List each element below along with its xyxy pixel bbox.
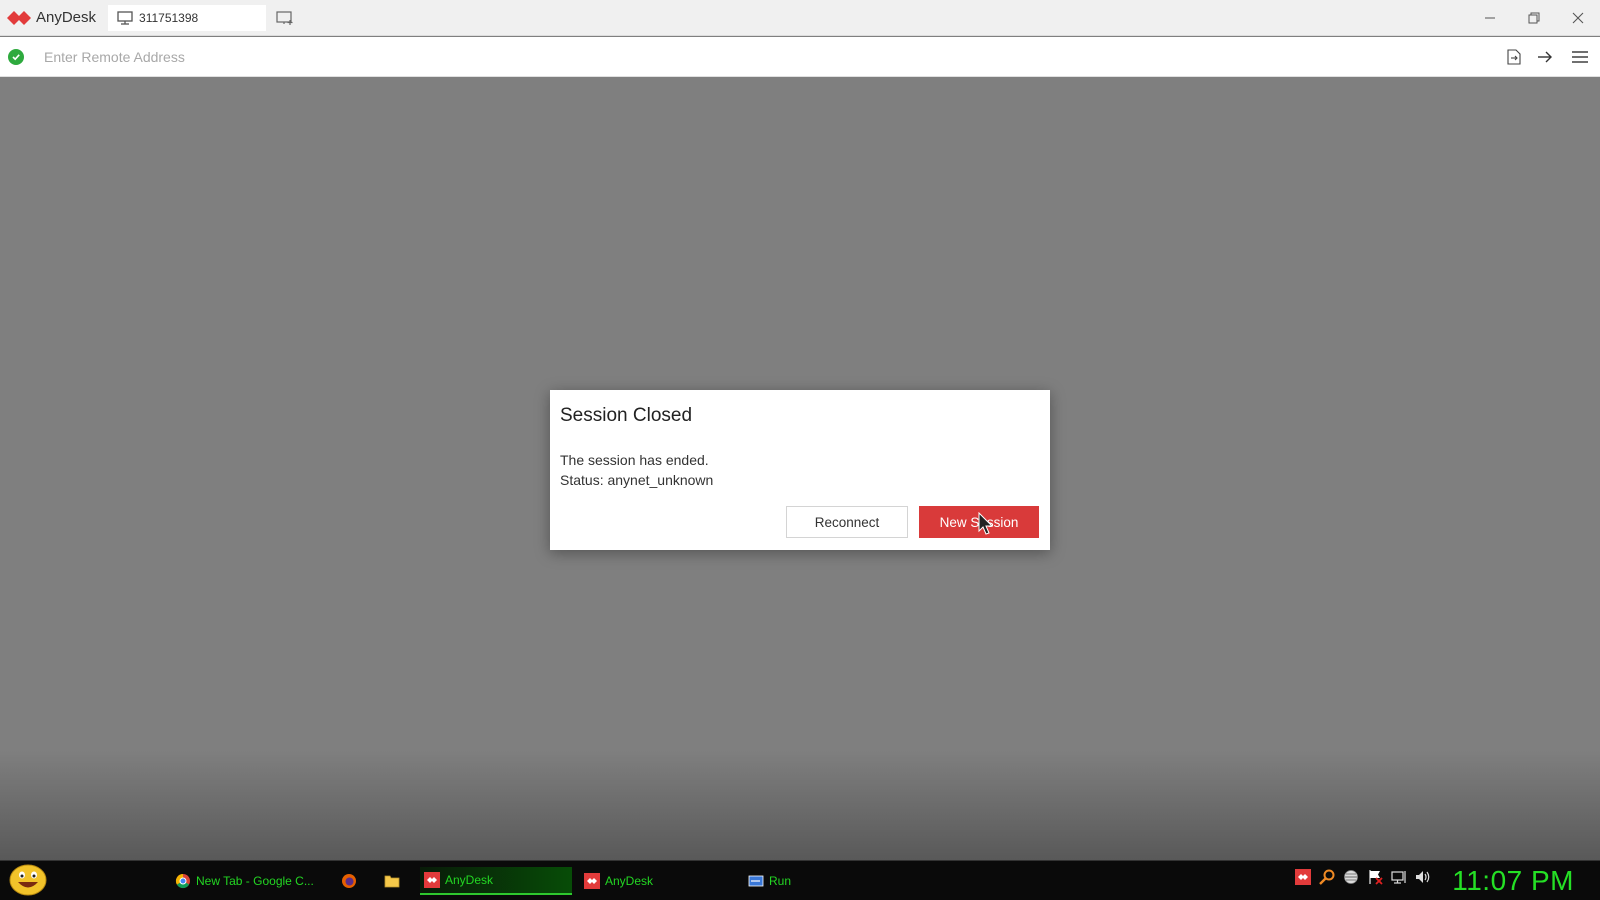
reconnect-button[interactable]: Reconnect	[786, 506, 908, 538]
new-tab-icon	[276, 10, 293, 25]
system-tray	[1295, 869, 1439, 885]
arrow-right-icon	[1537, 51, 1552, 63]
taskbar: New Tab - Google C... AnyDesk AnyDesk Ru…	[0, 860, 1600, 900]
search-tray-icon[interactable]	[1319, 869, 1335, 885]
anydesk-logo-icon	[7, 10, 31, 25]
main-menu-button[interactable]	[1560, 37, 1600, 77]
app-name: AnyDesk	[36, 9, 97, 26]
anydesk-icon	[424, 872, 440, 888]
folder-icon	[384, 875, 400, 888]
minimize-icon	[1485, 17, 1495, 19]
remote-address-input[interactable]	[44, 41, 1424, 72]
mouse-cursor-icon	[978, 512, 994, 535]
window-controls	[1468, 0, 1600, 36]
firefox-icon	[342, 874, 356, 888]
volume-icon[interactable]	[1415, 869, 1431, 885]
taskbar-item-anydesk-2[interactable]: AnyDesk	[584, 867, 732, 895]
taskbar-item-label: AnyDesk	[445, 873, 494, 887]
file-transfer-icon	[1506, 49, 1521, 65]
display-icon[interactable]	[1391, 869, 1407, 885]
run-icon	[748, 875, 764, 887]
network-globe-icon[interactable]	[1343, 869, 1359, 885]
new-tab-button[interactable]	[274, 7, 296, 29]
minimize-button[interactable]	[1468, 0, 1512, 36]
address-tools	[1498, 37, 1600, 77]
restore-icon	[1528, 12, 1540, 24]
dialog-message: The session has ended. Status: anynet_un…	[560, 450, 713, 490]
taskbar-clock: 11:07 PM	[1452, 865, 1574, 896]
taskbar-item-firefox[interactable]	[341, 867, 365, 895]
session-closed-dialog: Session Closed The session has ended. St…	[550, 390, 1050, 550]
anydesk-icon	[584, 873, 600, 889]
monitor-icon	[117, 10, 133, 25]
taskbar-item-run[interactable]: Run	[748, 867, 896, 895]
taskbar-item-explorer[interactable]	[384, 867, 408, 895]
dialog-message-line1: The session has ended.	[560, 452, 709, 468]
connect-button[interactable]	[1529, 37, 1560, 77]
close-icon	[1572, 12, 1584, 24]
taskbar-item-label: New Tab - Google C...	[196, 874, 314, 888]
anydesk-tray-icon[interactable]	[1295, 869, 1311, 885]
dialog-title: Session Closed	[560, 405, 693, 426]
restore-button[interactable]	[1512, 0, 1556, 36]
title-bar: AnyDesk 311751398	[0, 0, 1600, 36]
status-check-icon	[8, 48, 24, 65]
taskbar-item-label: AnyDesk	[605, 874, 654, 888]
hamburger-icon	[1572, 51, 1588, 63]
dialog-status-line: Status: anynet_unknown	[560, 472, 714, 488]
tab-label: 311751398	[139, 10, 199, 25]
start-button[interactable]	[8, 862, 48, 898]
taskbar-item-chrome[interactable]: New Tab - Google C...	[175, 867, 323, 895]
anydesk-logo: AnyDesk	[6, 0, 96, 36]
flag-icon[interactable]	[1367, 869, 1383, 885]
tab-remote-desk[interactable]: 311751398	[108, 4, 267, 31]
taskbar-item-label: Run	[769, 874, 792, 888]
address-bar	[0, 37, 1600, 77]
close-button[interactable]	[1556, 0, 1600, 36]
smiley-start-icon	[9, 864, 47, 896]
taskbar-item-anydesk-1[interactable]: AnyDesk	[420, 867, 572, 895]
file-transfer-button[interactable]	[1498, 37, 1529, 77]
chrome-icon	[175, 873, 190, 889]
